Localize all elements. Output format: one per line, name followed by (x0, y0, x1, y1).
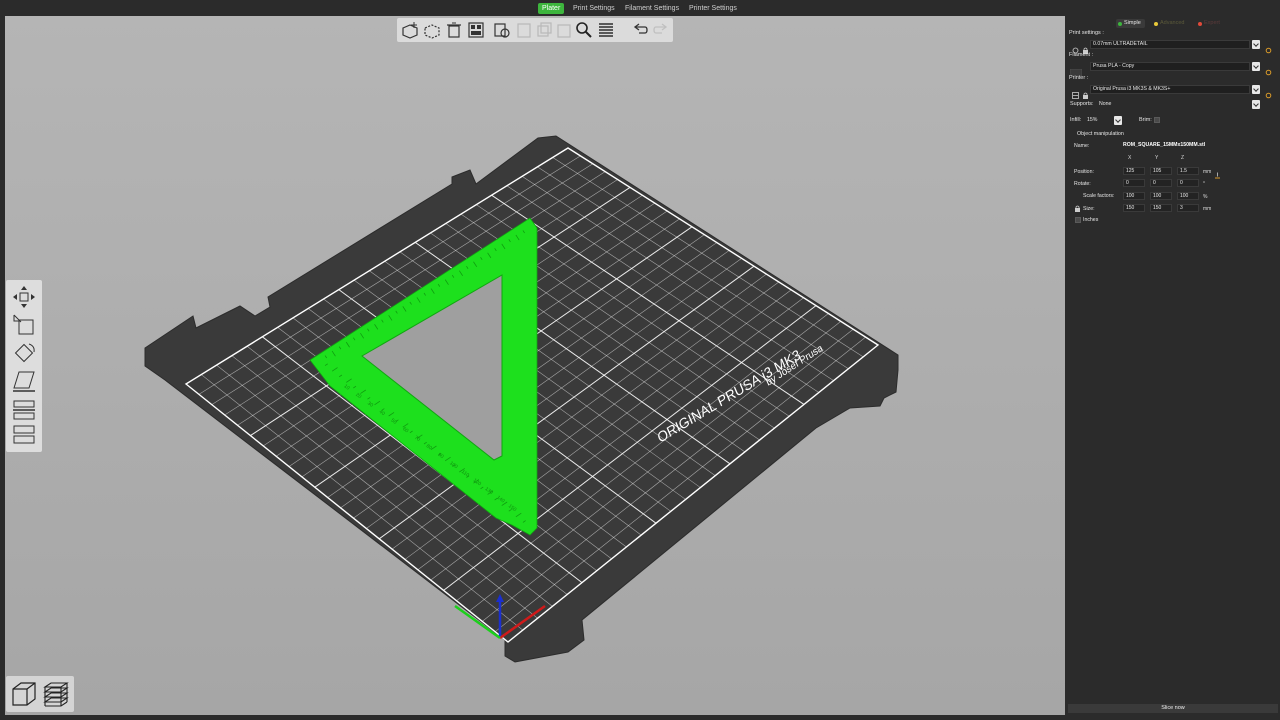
preview-icon[interactable] (41, 679, 71, 709)
scale-x-input[interactable]: 100 (1123, 192, 1145, 200)
move-icon[interactable] (10, 284, 38, 310)
printer-label: Printer : (1069, 75, 1089, 81)
axis-y-header: Y (1155, 155, 1159, 161)
rotate-unit: ° (1203, 181, 1205, 187)
printer-dropdown[interactable] (1252, 85, 1260, 94)
search-icon[interactable] (574, 20, 594, 40)
tab-printer-settings[interactable]: Printer Settings (685, 3, 741, 14)
add-icon[interactable] (400, 20, 420, 40)
brim-label: Brim: (1139, 117, 1152, 123)
tab-bar: Plater Print Settings Filament Settings … (0, 0, 1280, 16)
filament-edit-gear-icon[interactable] (1265, 63, 1272, 76)
position-z-input[interactable]: 1.5 (1177, 167, 1199, 175)
edit-preset-gear-icon[interactable] (1265, 41, 1272, 54)
cut-icon[interactable] (10, 396, 38, 422)
mode-expert-dot (1198, 21, 1202, 26)
printer-icon (1072, 86, 1079, 99)
3d-view-icon[interactable] (9, 679, 39, 709)
mode-expert-label: Expert (1204, 20, 1220, 26)
drop-to-bed-icon[interactable] (1214, 166, 1221, 179)
mode-simple-dot (1118, 21, 1122, 26)
inches-checkbox[interactable] (1075, 217, 1081, 223)
infill-combo[interactable]: 15% (1084, 116, 1114, 125)
tab-plater[interactable]: Plater (538, 3, 565, 14)
bottom-strip (0, 715, 1066, 720)
supports-label: Supports: (1070, 101, 1094, 107)
scale-factors-label: Scale factors: (1083, 193, 1115, 199)
delete-icon[interactable] (422, 20, 442, 40)
undo-icon[interactable] (630, 20, 650, 40)
system-preset-icon (1072, 41, 1079, 54)
plater-toolbar (397, 18, 673, 42)
place-on-face-icon[interactable] (10, 368, 38, 394)
right-sidebar: Simple Advanced Expert Print settings : … (1066, 16, 1280, 720)
tab-print-settings[interactable]: Print Settings (569, 3, 619, 14)
rotate-icon[interactable] (10, 340, 38, 366)
object-manipulation-title: Object manipulation (1077, 131, 1124, 137)
add-instance-icon (534, 20, 554, 40)
mode-advanced-dot (1154, 21, 1158, 26)
scale-y-input[interactable]: 100 (1150, 192, 1172, 200)
position-unit: mm (1203, 169, 1212, 175)
scale-icon[interactable] (10, 312, 38, 338)
print-settings-dropdown[interactable] (1252, 40, 1260, 49)
delete-all-icon[interactable] (444, 20, 464, 40)
rotate-x-input[interactable]: 0 (1123, 179, 1145, 187)
infill-label: Infill: (1070, 117, 1082, 123)
slice-now-button[interactable]: Slice now (1068, 704, 1278, 713)
size-z-input[interactable]: 3 (1177, 204, 1199, 212)
layers-icon[interactable] (10, 422, 38, 448)
3d-viewport[interactable]: ORIGINAL PRUSA i3 MK3 by Josef Prusa 10 2… (5, 16, 1065, 715)
redo-icon (651, 20, 671, 40)
position-label: Position: (1074, 169, 1094, 175)
filament-combo[interactable]: Prusa PLA - Copy (1090, 62, 1250, 71)
inches-label: Inches (1083, 217, 1099, 223)
rotate-label: Rotate: (1074, 181, 1091, 187)
position-y-input[interactable]: 105 (1150, 167, 1172, 175)
mode-simple[interactable]: Simple (1116, 19, 1145, 28)
rotate-y-input[interactable]: 0 (1150, 179, 1172, 187)
mode-advanced-label: Advanced (1160, 20, 1185, 26)
object-name-value: ROM_SQUARE_15MMx150MM.stl (1123, 142, 1206, 148)
axis-x-header: X (1128, 155, 1132, 161)
copy-icon[interactable] (492, 20, 512, 40)
size-y-input[interactable]: 150 (1150, 204, 1172, 212)
tab-filament-settings[interactable]: Filament Settings (621, 3, 683, 14)
rotate-z-input[interactable]: 0 (1177, 179, 1199, 187)
supports-dropdown[interactable] (1252, 100, 1260, 109)
filament-dropdown[interactable] (1252, 62, 1260, 71)
size-label: Size: (1083, 206, 1095, 212)
paste-icon (514, 20, 534, 40)
axis-z-header: Z (1181, 155, 1185, 161)
mode-simple-label: Simple (1124, 20, 1141, 26)
view-switcher (6, 676, 74, 712)
scale-unit: % (1203, 194, 1208, 200)
brim-checkbox[interactable] (1154, 117, 1160, 123)
printer-edit-gear-icon[interactable] (1265, 86, 1272, 99)
lock-icon (1082, 41, 1089, 54)
layer-editing-icon[interactable] (596, 20, 616, 40)
printer-lock-icon (1082, 86, 1089, 99)
print-settings-combo[interactable]: 0.07mm ULTRADETAIL (1090, 40, 1250, 49)
supports-combo[interactable]: None (1096, 100, 1250, 109)
printer-combo[interactable]: Original Prusa i3 MK3S & MK3S+ (1090, 85, 1250, 94)
print-settings-label: Print settings : (1069, 30, 1104, 36)
filament-label: Filament : (1069, 52, 1094, 58)
mode-expert[interactable]: Expert (1196, 19, 1224, 28)
size-x-input[interactable]: 150 (1123, 204, 1145, 212)
name-label: Name: (1074, 143, 1090, 149)
arrange-icon[interactable] (466, 20, 486, 40)
scale-z-input[interactable]: 100 (1177, 192, 1199, 200)
remove-instance-icon (554, 20, 574, 40)
mode-advanced[interactable]: Advanced (1152, 19, 1188, 28)
filament-color-swatch[interactable] (1069, 63, 1083, 77)
scale-lock-icon[interactable] (1074, 199, 1081, 212)
gizmo-toolbar (6, 280, 42, 452)
size-unit: mm (1203, 206, 1212, 212)
scene-canvas[interactable]: ORIGINAL PRUSA i3 MK3 by Josef Prusa 102… (5, 16, 1065, 715)
infill-dropdown[interactable] (1114, 116, 1122, 125)
position-x-input[interactable]: 125 (1123, 167, 1145, 175)
